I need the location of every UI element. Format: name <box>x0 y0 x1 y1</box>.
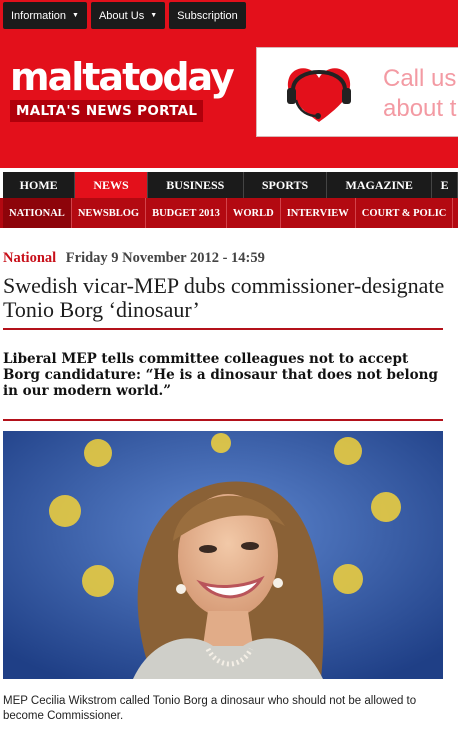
photo-caption: MEP Cecilia Wikstrom called Tonio Borg a… <box>3 695 417 722</box>
logo-tagline: MALTA'S NEWS PORTAL <box>10 100 204 122</box>
site-logo[interactable]: maltatoday MALTA'S NEWS PORTAL <box>10 58 238 122</box>
divider <box>3 419 443 421</box>
article-meta: National Friday 9 November 2012 - 14:59 <box>3 250 265 267</box>
article-category-link[interactable]: National <box>3 250 56 266</box>
main-navigation: HOME NEWS BUSINESS SPORTS MAGAZINE E <box>3 172 458 198</box>
chevron-down-icon: ▼ <box>72 12 79 19</box>
subnav-budget[interactable]: BUDGET 2013 <box>146 198 227 228</box>
nav-magazine[interactable]: MAGAZINE <box>327 172 433 198</box>
subscription-button[interactable]: Subscription <box>169 2 246 29</box>
section-subnavigation: NATIONAL NEWSBLOG BUDGET 2013 WORLD INTE… <box>0 198 458 228</box>
ad-text: Call us about t <box>383 64 456 124</box>
subnav-interview[interactable]: INTERVIEW <box>281 198 356 228</box>
nav-news[interactable]: NEWS <box>75 172 148 198</box>
top-navigation: Information ▼ About Us ▼ Subscription <box>3 2 246 29</box>
article-photo <box>3 431 443 679</box>
heart-headset-icon <box>287 68 351 122</box>
subscription-label: Subscription <box>177 9 238 22</box>
nav-home[interactable]: HOME <box>3 172 76 198</box>
information-label: Information <box>11 9 67 22</box>
subnav-court-politics[interactable]: COURT & POLIC <box>356 198 454 228</box>
information-menu-button[interactable]: Information ▼ <box>3 2 87 29</box>
divider <box>3 328 443 330</box>
subnav-world[interactable]: WORLD <box>227 198 281 228</box>
nav-more[interactable]: E <box>432 172 458 198</box>
advertisement-banner[interactable]: Call us about t <box>256 47 458 137</box>
ad-text-line1: Call us <box>383 65 457 92</box>
chevron-down-icon: ▼ <box>150 12 158 19</box>
site-header: Information ▼ About Us ▼ Subscription ma… <box>0 0 458 168</box>
about-us-label: About Us <box>98 9 145 22</box>
subnav-newsblog[interactable]: NEWSBLOG <box>72 198 147 228</box>
about-us-menu-button[interactable]: About Us ▼ <box>90 2 166 29</box>
logo-brand: maltatoday <box>10 55 235 99</box>
article-standfirst: Liberal MEP tells committee colleagues n… <box>3 351 438 399</box>
nav-sports[interactable]: SPORTS <box>244 172 328 198</box>
subnav-national[interactable]: NATIONAL <box>3 198 72 228</box>
nav-business[interactable]: BUSINESS <box>148 172 244 198</box>
ad-text-line2: about t <box>383 95 457 122</box>
mep-portrait-image <box>3 431 443 679</box>
article-title: Swedish vicar-MEP dubs commissioner-desi… <box>3 273 445 322</box>
article-date: Friday 9 November 2012 - 14:59 <box>65 250 265 266</box>
